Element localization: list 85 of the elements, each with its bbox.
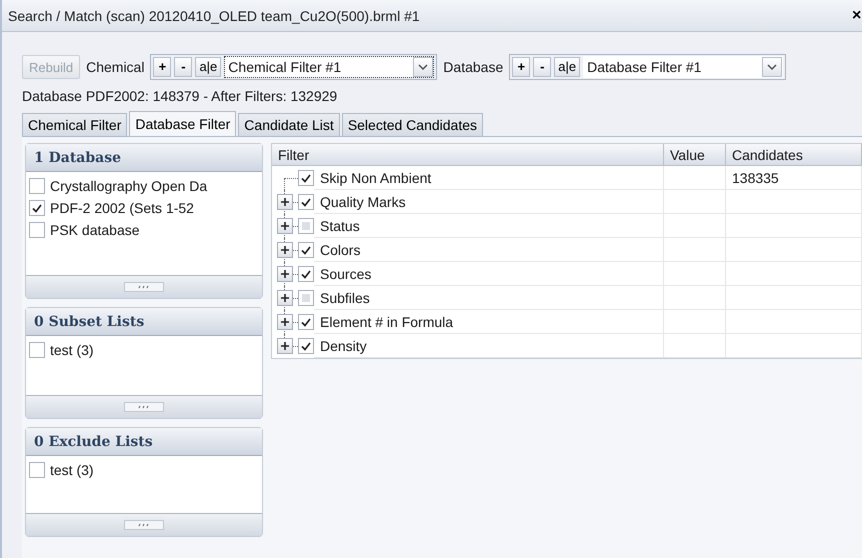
plus-icon (281, 198, 289, 206)
checkbox[interactable] (298, 338, 314, 354)
table-cell (664, 190, 726, 214)
grip-icon (137, 285, 151, 289)
checkbox[interactable] (29, 462, 45, 478)
tab[interactable]: Selected Candidates (342, 113, 484, 137)
check-icon (301, 270, 311, 278)
plus-icon (281, 270, 289, 278)
expand-button[interactable] (277, 314, 293, 330)
panel-header: 0 Exclude Lists (26, 428, 262, 456)
list-item-label: PSK database (50, 222, 140, 238)
list-item-label: PDF-2 2002 (Sets 1-52 (50, 200, 194, 216)
grip-button[interactable] (124, 402, 164, 412)
checkbox[interactable] (29, 222, 45, 238)
filter-name: Subfiles (314, 286, 663, 310)
filter-name: Skip Non Ambient (314, 166, 663, 190)
checkbox[interactable] (298, 314, 314, 330)
check-icon (32, 204, 42, 212)
filter-label: Database (443, 59, 504, 75)
tab[interactable]: Database Filter (129, 111, 236, 137)
check-icon (301, 246, 311, 254)
expand-button[interactable] (277, 194, 293, 210)
dropdown-button[interactable] (413, 57, 434, 77)
check-icon (301, 318, 311, 326)
grip-icon (137, 405, 151, 409)
grip-button[interactable] (124, 282, 164, 292)
plus-icon (281, 342, 289, 350)
table-cell (664, 238, 726, 262)
chevron-down-icon (767, 64, 778, 70)
remove-button[interactable]: - (174, 57, 192, 77)
filter-label: Chemical (86, 59, 144, 75)
column-header[interactable]: Filter (272, 144, 664, 166)
grip-button[interactable] (124, 520, 164, 530)
panel-header: 0 Subset Lists (26, 308, 262, 336)
filter-select[interactable]: Chemical Filter #1 (224, 56, 434, 78)
filter-name: Element # in Formula (314, 310, 663, 334)
list-item-label: test (3) (50, 342, 94, 358)
checkbox[interactable] (29, 342, 45, 358)
table-cell: 138335 (726, 166, 862, 190)
checkbox[interactable] (29, 200, 45, 216)
filter-name: Colors (314, 238, 663, 262)
rename-button[interactable]: a|e (554, 57, 580, 77)
remove-button[interactable]: - (533, 57, 552, 77)
column-header[interactable]: Value (664, 144, 726, 166)
tab[interactable]: Chemical Filter (22, 113, 128, 137)
tab[interactable]: Candidate List (238, 113, 340, 137)
plus-icon (281, 318, 289, 326)
column-header[interactable]: Candidates (726, 144, 862, 166)
plus-icon (281, 246, 289, 254)
summary-text: Database PDF2002: 148379 - After Filters: 132929 (22, 88, 338, 106)
check-icon (301, 174, 311, 182)
table-cell (664, 214, 726, 238)
checkbox[interactable] (298, 194, 314, 210)
filter-name: Sources (314, 262, 663, 286)
filter-name: Quality Marks (314, 190, 663, 214)
grip-icon (137, 523, 151, 527)
checkbox[interactable] (298, 170, 314, 186)
list-item-label: test (3) (50, 462, 94, 478)
filter-select[interactable]: Database Filter #1 (583, 56, 784, 78)
table-cell (664, 262, 726, 286)
checkbox[interactable] (298, 266, 314, 282)
close-button[interactable]: × (852, 6, 862, 24)
list-item-label: Crystallography Open Da (50, 178, 208, 194)
expand-button[interactable] (277, 242, 293, 258)
panel-header: 1 Database (26, 144, 262, 172)
rename-button[interactable]: a|e (195, 57, 222, 77)
add-button[interactable]: + (153, 57, 172, 77)
window-title: Search / Match (scan) 20120410_OLED team_Cu2O(500).brml #1 (8, 8, 420, 24)
plus-icon (281, 222, 289, 230)
dropdown-button[interactable] (762, 57, 782, 77)
add-button[interactable]: + (512, 57, 530, 77)
table-cell (664, 166, 726, 190)
table-cell (664, 334, 726, 358)
plus-icon (281, 294, 289, 302)
filter-name: Status (314, 214, 663, 238)
table-cell (664, 310, 726, 334)
expand-button[interactable] (277, 338, 293, 354)
filter-name: Density (314, 334, 663, 358)
check-icon (301, 198, 311, 206)
chevron-down-icon (418, 64, 428, 70)
check-icon (301, 342, 311, 350)
expand-button[interactable] (277, 266, 293, 282)
checkbox[interactable] (29, 178, 45, 194)
checkbox[interactable] (298, 242, 314, 258)
table-cell (664, 286, 726, 310)
